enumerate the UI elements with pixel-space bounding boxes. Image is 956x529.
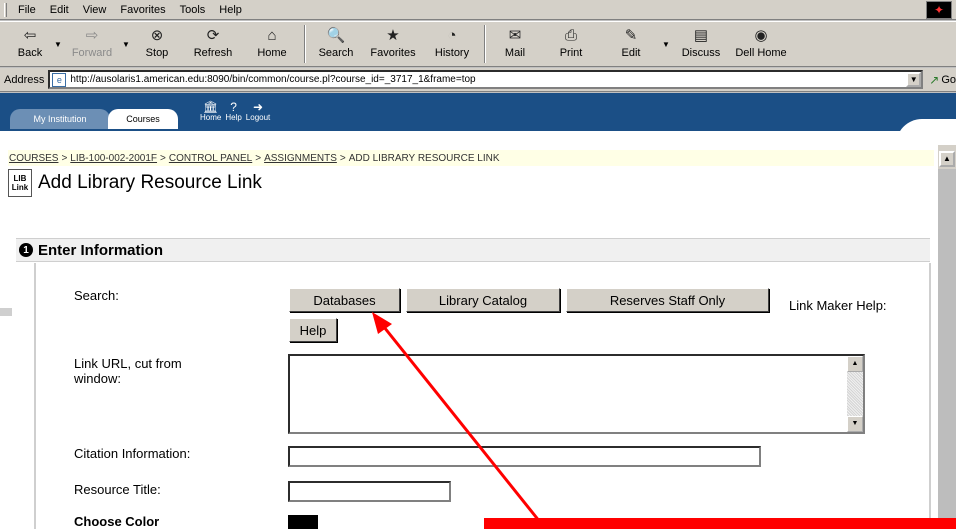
library-catalog-button[interactable]: Library Catalog	[406, 288, 560, 312]
home-icon: ⌂	[267, 26, 277, 44]
header-icons: 🏛 Home ? Help ➜ Logout	[200, 101, 270, 122]
edit-icon: ✎	[624, 27, 638, 44]
search-label: Search:	[74, 288, 119, 303]
print-button[interactable]: ⎙ Print	[540, 22, 602, 66]
breadcrumb: COURSES > LIB-100-002-2001F > CONTROL PANE…	[8, 150, 934, 166]
address-dropdown-icon[interactable]: ▼	[906, 72, 922, 87]
menu-grip	[4, 2, 7, 17]
forward-arrow-icon: ⇨	[85, 27, 99, 44]
header-help-button[interactable]: ? Help	[225, 101, 241, 122]
menu-help[interactable]: Help	[212, 4, 249, 16]
history-icon: ◔	[447, 26, 457, 44]
breadcrumb-course[interactable]: LIB-100-002-2001F	[70, 153, 157, 164]
back-arrow-icon: ⇦	[23, 27, 37, 44]
scroll-down-icon[interactable]: ▼	[847, 416, 863, 432]
resource-title-label: Resource Title:	[74, 482, 161, 497]
help-button[interactable]: Help	[289, 318, 337, 342]
stop-icon: ⊗	[150, 27, 164, 44]
citation-input[interactable]	[288, 446, 761, 467]
go-button[interactable]: ↗ Go	[929, 73, 956, 87]
edit-dropdown-icon[interactable]: ▼	[660, 22, 672, 49]
go-arrow-icon: ↗	[929, 72, 940, 87]
menu-favorites[interactable]: Favorites	[113, 4, 172, 16]
dell-home-button[interactable]: ◉ Dell Home	[730, 22, 792, 66]
header-home-button[interactable]: 🏛 Home	[200, 101, 221, 122]
section-title: Enter Information	[38, 241, 164, 259]
back-button[interactable]: ⇦ Back	[8, 22, 52, 66]
breadcrumb-control-panel[interactable]: CONTROL PANEL	[169, 153, 252, 164]
scroll-up-icon[interactable]: ▲	[847, 356, 863, 372]
favorites-icon: ★	[386, 27, 400, 44]
toolbar-separator	[484, 25, 486, 63]
address-label: Address	[4, 73, 45, 86]
library-link-icon: LIB Link	[8, 169, 32, 197]
step-number-icon: 1	[19, 243, 33, 257]
print-icon: ⎙	[564, 26, 577, 44]
logout-icon: ➜	[253, 100, 264, 114]
home-building-icon: 🏛	[203, 100, 219, 114]
mail-button[interactable]: ✉ Mail	[490, 22, 540, 66]
resource-title-input[interactable]	[288, 481, 451, 502]
help-icon: ?	[230, 100, 237, 114]
menu-view[interactable]: View	[76, 4, 114, 16]
discuss-icon: ▤	[693, 27, 709, 44]
refresh-button[interactable]: ⟳ Refresh	[182, 22, 244, 66]
page-icon: e	[52, 72, 67, 87]
tab-my-institution[interactable]: My Institution	[10, 109, 110, 129]
search-icon: 🔍	[326, 27, 346, 44]
link-url-label: Link URL, cut from window:	[74, 356, 182, 386]
link-maker-help-label: Link Maker Help:	[789, 298, 887, 313]
refresh-icon: ⟳	[206, 27, 220, 44]
mail-icon: ✉	[508, 27, 522, 44]
address-url: http://ausolaris1.american.edu:8090/bin/…	[70, 74, 476, 85]
menu-edit[interactable]: Edit	[43, 4, 76, 16]
menu-bar: File Edit View Favorites Tools Help ✦	[0, 0, 956, 20]
breadcrumb-current: ADD LIBRARY RESOURCE LINK	[348, 152, 500, 164]
back-dropdown-icon[interactable]: ▼	[52, 22, 64, 49]
toolbar-separator	[304, 25, 306, 63]
breadcrumb-assignments[interactable]: ASSIGNMENTS	[264, 153, 337, 164]
discuss-button[interactable]: ▤ Discuss	[672, 22, 730, 66]
search-button[interactable]: 🔍 Search	[310, 22, 362, 66]
breadcrumb-courses[interactable]: COURSES	[9, 153, 58, 164]
stop-button[interactable]: ⊗ Stop	[132, 22, 182, 66]
left-edge-sliver	[0, 308, 12, 316]
section-left-border	[34, 263, 36, 529]
section-header: 1 Enter Information	[16, 238, 930, 262]
edit-button[interactable]: ✎ Edit	[602, 22, 660, 66]
databases-button[interactable]: Databases	[289, 288, 400, 312]
choose-color-label: Choose Color	[74, 514, 160, 529]
page-scroll-track[interactable]	[938, 169, 956, 529]
reserves-staff-only-button[interactable]: Reserves Staff Only	[566, 288, 769, 312]
header-logout-button[interactable]: ➜ Logout	[246, 101, 270, 122]
textarea-scrollbar[interactable]: ▲ ▼	[847, 356, 863, 432]
forward-dropdown-icon[interactable]: ▼	[120, 22, 132, 49]
color-swatch[interactable]	[288, 515, 318, 529]
address-input[interactable]: e http://ausolaris1.american.edu:8090/bi…	[48, 70, 924, 89]
dell-home-icon: ◉	[754, 27, 768, 44]
page-scrollbar[interactable]: ▲	[938, 145, 956, 529]
header-curve	[896, 119, 956, 145]
home-button[interactable]: ⌂ Home	[244, 22, 300, 66]
browser-window: File Edit View Favorites Tools Help ✦ ⇦ …	[0, 0, 956, 529]
page-scroll-up-icon[interactable]: ▲	[939, 151, 955, 167]
windows-logo-icon: ✦	[926, 1, 952, 19]
content-area: COURSES > LIB-100-002-2001F > CONTROL PANE…	[0, 145, 938, 529]
header-underline	[0, 131, 900, 145]
address-bar: Address e http://ausolaris1.american.edu…	[0, 68, 956, 92]
history-button[interactable]: ◔ History	[424, 22, 480, 66]
toolbar: ⇦ Back ▼ ⇨ Forward ▼ ⊗ Stop ⟳ Refresh ⌂ …	[0, 21, 956, 67]
section-right-border	[929, 263, 931, 529]
menu-file[interactable]: File	[11, 4, 43, 16]
page-title-text: Add Library Resource Link	[38, 172, 262, 193]
link-url-textarea[interactable]: ▲ ▼	[288, 354, 865, 434]
tab-courses[interactable]: Courses	[108, 109, 178, 129]
forward-button[interactable]: ⇨ Forward	[64, 22, 120, 66]
menu-tools[interactable]: Tools	[173, 4, 213, 16]
favorites-button[interactable]: ★ Favorites	[362, 22, 424, 66]
page-title: LIB Link Add Library Resource Link	[8, 169, 262, 197]
course-header: My Institution Courses 🏛 Home ? Help ➜ L…	[0, 93, 956, 145]
citation-label: Citation Information:	[74, 446, 191, 461]
